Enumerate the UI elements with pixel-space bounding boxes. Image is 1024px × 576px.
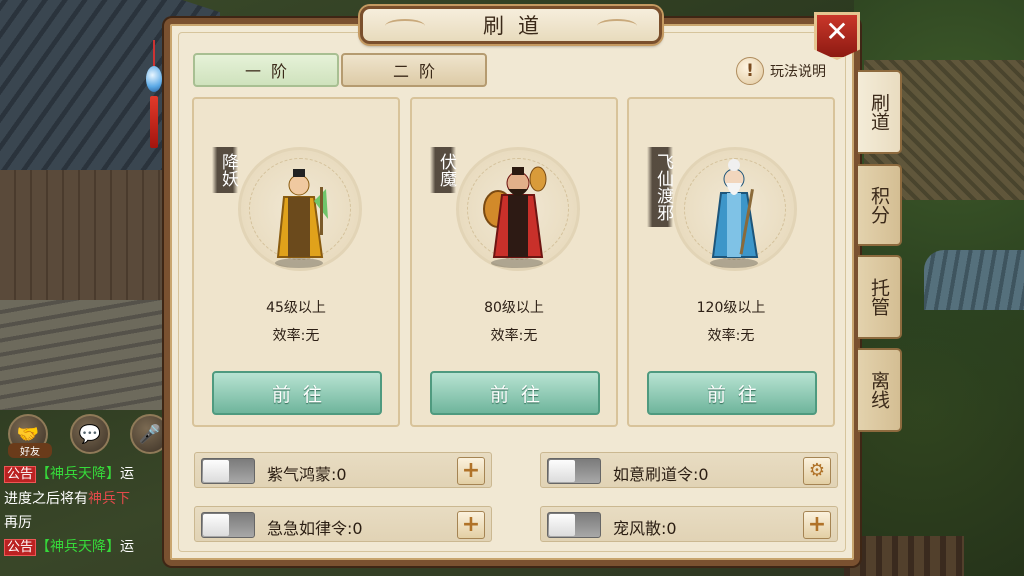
blue-robed-elder-immortal-icon xyxy=(710,159,759,268)
fence-rail xyxy=(844,536,964,576)
yellow-robed-immortal-icon xyxy=(275,169,328,268)
go-button-2[interactable]: 前往 xyxy=(430,371,600,415)
announcement-tag: 公告 xyxy=(4,466,37,483)
side-tab-shuadao[interactable]: 刷道 xyxy=(858,70,902,154)
mode-card-2: 伏魔 80级以上 效率:无 前往 xyxy=(410,97,618,427)
friends-button[interactable]: 🤝 好友 xyxy=(8,414,52,458)
help-label: 玩法说明 xyxy=(770,64,826,80)
microphone-icon: 🎤 xyxy=(138,423,162,445)
side-tab-auto[interactable]: 托管 xyxy=(858,255,902,339)
chat-line: 公告 【神兵天降】运 xyxy=(4,535,164,560)
chat-text: 运 xyxy=(120,539,135,555)
pendant-tassel xyxy=(150,96,158,148)
chat-highlight: 【神兵天降】 xyxy=(36,539,121,555)
announcement-tag: 公告 xyxy=(4,539,37,556)
chat-button[interactable]: 💬 xyxy=(70,414,110,454)
item-row-jiji-rulv: 急急如律令:0 + xyxy=(194,506,492,542)
roof-right xyxy=(924,250,1024,310)
title-swirl-right xyxy=(597,19,637,33)
plus-icon[interactable]: + xyxy=(457,511,485,539)
tab-tier-1[interactable]: 一阶 xyxy=(193,53,339,87)
mode-card-1: 降妖 45级以上 效率:无 前往 xyxy=(192,97,400,427)
exclamation-icon: ! xyxy=(736,57,764,85)
card-efficiency: 效率:无 xyxy=(272,328,320,344)
house-wall-left xyxy=(0,170,175,320)
panel-title: 刷道 xyxy=(483,14,553,38)
tab-tier-2[interactable]: 二阶 xyxy=(341,53,487,87)
chat-text: 再厉 xyxy=(4,515,32,531)
side-tab-label: 积分 xyxy=(868,186,890,224)
friends-label: 好友 xyxy=(8,443,52,458)
go-button-3[interactable]: 前往 xyxy=(647,371,817,415)
card-level-requirement: 80级以上 xyxy=(484,300,544,316)
toggle-knob xyxy=(549,514,575,536)
stone-steps xyxy=(0,300,190,410)
card-mode-name: 伏魔 xyxy=(430,147,456,193)
speech-bubble-icon: 💬 xyxy=(78,423,102,445)
chat-log[interactable]: 公告 【神兵天降】运 进度之后将有神兵下 再厉 公告 【神兵天降】运 xyxy=(4,462,164,560)
plus-icon[interactable]: + xyxy=(803,511,831,539)
mode-card-3: 飞仙渡邪 120级以上 效率:无 前往 xyxy=(627,97,835,427)
panel-title-plate: 刷道 xyxy=(360,6,662,44)
help-button[interactable]: ! 玩法说明 xyxy=(736,57,826,85)
gear-icon[interactable]: ⚙ xyxy=(803,457,831,485)
chat-line: 再厉 xyxy=(4,511,164,535)
toggle-knob xyxy=(203,460,229,482)
card-efficiency: 效率:无 xyxy=(707,328,755,344)
side-tab-points[interactable]: 积分 xyxy=(858,164,902,246)
toggle-knob xyxy=(549,460,575,482)
item-row-ziqi-hongmeng: 紫气鸿蒙:0 + xyxy=(194,452,492,488)
pendant-gem xyxy=(146,66,162,92)
item-row-pet-wind-powder: 宠风散:0 + xyxy=(540,506,838,542)
handshake-icon: 🤝 xyxy=(16,423,40,445)
plus-icon[interactable]: + xyxy=(457,457,485,485)
chat-text: 进度之后将有 xyxy=(4,491,88,507)
item-label: 宠风散:0 xyxy=(613,519,677,538)
close-icon: ✕ xyxy=(825,15,849,48)
card-mode-name: 飞仙渡邪 xyxy=(647,147,673,227)
item-toggle[interactable] xyxy=(201,458,255,484)
chat-line: 公告 【神兵天降】运 xyxy=(4,462,164,487)
title-swirl-left xyxy=(385,19,425,33)
item-toggle[interactable] xyxy=(547,458,601,484)
item-label: 急急如律令:0 xyxy=(267,519,363,538)
item-label: 如意刷道令:0 xyxy=(613,465,709,484)
item-toggle[interactable] xyxy=(547,512,601,538)
card-mode-name: 降妖 xyxy=(212,147,238,193)
card-level-requirement: 45级以上 xyxy=(266,300,326,316)
item-label: 紫气鸿蒙:0 xyxy=(267,465,347,484)
side-tab-label: 托管 xyxy=(868,278,890,316)
card-efficiency: 效率:无 xyxy=(490,328,538,344)
chat-red-text: 神兵下 xyxy=(88,491,130,507)
go-button-1[interactable]: 前往 xyxy=(212,371,382,415)
side-tab-offline[interactable]: 离线 xyxy=(858,348,902,432)
red-robed-demon-hunter-icon xyxy=(483,166,547,268)
side-tab-label: 刷道 xyxy=(868,93,890,131)
chat-line: 进度之后将有神兵下 xyxy=(4,487,164,511)
item-toggle[interactable] xyxy=(201,512,255,538)
item-row-ruyi-token: 如意刷道令:0 ⚙ xyxy=(540,452,838,488)
chat-highlight: 【神兵天降】 xyxy=(36,466,121,482)
chat-text: 运 xyxy=(120,466,135,482)
card-level-requirement: 120级以上 xyxy=(696,300,766,316)
toggle-knob xyxy=(203,514,229,536)
jade-pendant-icon[interactable] xyxy=(146,40,162,150)
side-tab-label: 离线 xyxy=(868,371,890,409)
